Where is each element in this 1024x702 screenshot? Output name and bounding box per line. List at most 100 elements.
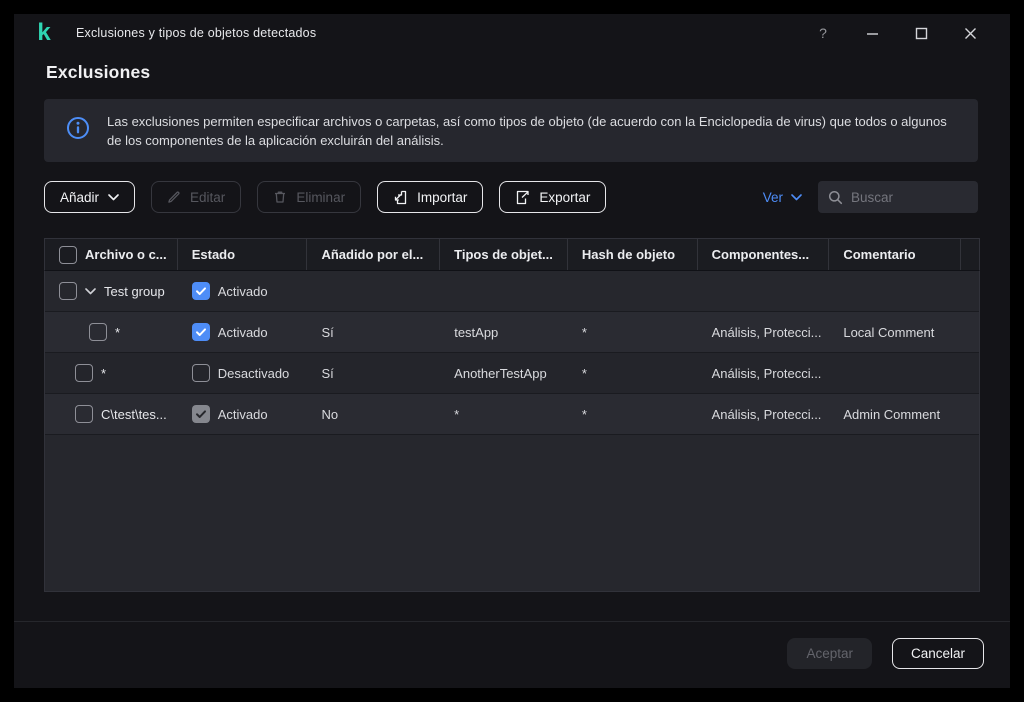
maximize-button[interactable]	[913, 25, 929, 41]
cell-name: Test group	[45, 271, 178, 311]
chevron-down-icon[interactable]	[85, 287, 96, 295]
exclusions-table: Archivo o c... Estado Añadido por el... …	[44, 238, 980, 592]
import-button-label: Importar	[417, 189, 468, 205]
cell-tipos: testApp	[454, 324, 499, 340]
footer-divider	[14, 621, 1010, 622]
search-input[interactable]	[851, 189, 968, 205]
import-button[interactable]: Importar	[377, 181, 484, 213]
header-anadido[interactable]: Añadido por el...	[307, 239, 441, 270]
header-comentario[interactable]: Comentario	[829, 239, 962, 270]
search-box	[818, 181, 978, 213]
pencil-icon	[168, 191, 180, 203]
cell-comentario: Local Comment	[843, 324, 935, 340]
header-tipos[interactable]: Tipos de objet...	[440, 239, 568, 270]
table-row[interactable]: * Desactivado Sí AnotherTestApp * Anális…	[45, 353, 979, 394]
app-window: k Exclusiones y tipos de objetos detecta…	[14, 14, 1010, 688]
row-select-checkbox[interactable]	[59, 282, 77, 300]
table-body: Test group Activado * Activado Sí testAp…	[45, 271, 979, 435]
select-all-checkbox[interactable]	[59, 245, 77, 264]
header-hash[interactable]: Hash de objeto	[568, 239, 698, 270]
info-icon	[66, 116, 90, 145]
export-button-label: Exportar	[539, 189, 591, 205]
delete-button-label: Eliminar	[296, 189, 346, 205]
table-row[interactable]: Test group Activado	[45, 271, 979, 312]
cell-spacer	[961, 353, 979, 393]
row-name: Test group	[104, 283, 165, 299]
cell-comentario: Admin Comment	[843, 406, 941, 422]
minimize-button[interactable]	[864, 25, 880, 41]
table-header: Archivo o c... Estado Añadido por el... …	[44, 238, 980, 271]
header-componentes[interactable]: Componentes...	[698, 239, 830, 270]
row-name: *	[115, 324, 121, 340]
help-button[interactable]: ?	[815, 25, 831, 41]
cell-componentes: Análisis, Protecci...	[711, 365, 822, 381]
estado-label: Desactivado	[217, 365, 290, 381]
info-banner: Las exclusiones permiten especificar arc…	[44, 99, 978, 162]
title-bar: k Exclusiones y tipos de objetos detecta…	[14, 14, 1010, 52]
window-controls: ?	[815, 25, 994, 41]
row-name: *	[101, 365, 107, 381]
cancel-button[interactable]: Cancelar	[891, 638, 984, 669]
delete-button[interactable]: Eliminar	[257, 181, 362, 213]
chevron-down-icon	[108, 193, 119, 200]
cell-estado: Activado	[178, 312, 308, 352]
estado-checkbox[interactable]	[191, 323, 210, 341]
cell-hash: *	[581, 365, 587, 381]
cell-estado: Activado	[178, 271, 308, 311]
edit-button[interactable]: Editar	[151, 181, 242, 213]
cell-anadido	[307, 271, 440, 311]
cell-anadido: Sí	[321, 324, 334, 340]
row-select-checkbox[interactable]	[89, 323, 107, 341]
cell-spacer	[961, 312, 979, 352]
table-row[interactable]: C\test\tes... Activado No * * Análisis, …	[45, 394, 979, 435]
add-button[interactable]: Añadir	[44, 181, 136, 213]
row-select-checkbox[interactable]	[75, 364, 93, 382]
cell-spacer	[961, 271, 979, 311]
export-button[interactable]: Exportar	[499, 181, 607, 213]
cell-componentes: Análisis, Protecci...	[711, 324, 822, 340]
cell-anadido: Sí	[321, 365, 334, 381]
cell-componentes	[698, 271, 830, 311]
estado-checkbox[interactable]	[191, 364, 210, 382]
estado-label: Activado	[217, 283, 268, 299]
header-archivo[interactable]: Archivo o c...	[45, 239, 178, 270]
cell-name: C\test\tes...	[45, 394, 178, 434]
cell-comentario	[829, 353, 961, 393]
cell-estado: Activado	[178, 394, 308, 434]
header-estado[interactable]: Estado	[178, 239, 308, 270]
close-button[interactable]	[962, 25, 978, 41]
estado-checkbox[interactable]	[191, 282, 210, 300]
view-dropdown-label: Ver	[762, 189, 783, 205]
import-icon	[394, 190, 407, 204]
export-icon	[517, 190, 529, 204]
table-row[interactable]: * Activado Sí testApp * Análisis, Protec…	[45, 312, 979, 353]
add-button-label: Añadir	[60, 189, 100, 205]
footer: Aceptar Cancelar	[14, 638, 984, 669]
search-icon	[828, 190, 843, 204]
cell-tipos: AnotherTestApp	[454, 365, 547, 381]
cell-name: *	[45, 312, 178, 352]
cell-componentes: Análisis, Protecci...	[711, 406, 822, 422]
cell-anadido: No	[321, 406, 339, 422]
cell-hash	[568, 271, 698, 311]
cell-estado: Desactivado	[178, 353, 308, 393]
chevron-down-icon	[791, 193, 802, 200]
cell-name: *	[45, 353, 178, 393]
cell-hash: *	[581, 324, 587, 340]
cell-tipos: *	[454, 406, 460, 422]
header-spacer	[961, 239, 979, 270]
toolbar: Añadir Editar Eliminar Importar Exportar…	[44, 181, 978, 213]
cell-comentario	[829, 271, 961, 311]
row-select-checkbox[interactable]	[75, 405, 93, 423]
estado-checkbox[interactable]	[191, 405, 210, 423]
ok-button[interactable]: Aceptar	[787, 638, 872, 669]
kaspersky-logo-icon: k	[37, 19, 51, 46]
estado-label: Activado	[217, 324, 268, 340]
row-name: C\test\tes...	[101, 406, 167, 422]
window-title: Exclusiones y tipos de objetos detectado…	[76, 26, 317, 40]
edit-button-label: Editar	[190, 189, 226, 205]
page-title: Exclusiones	[46, 62, 151, 82]
view-dropdown[interactable]: Ver	[763, 190, 802, 205]
cell-tipos	[440, 271, 568, 311]
estado-label: Activado	[217, 406, 268, 422]
